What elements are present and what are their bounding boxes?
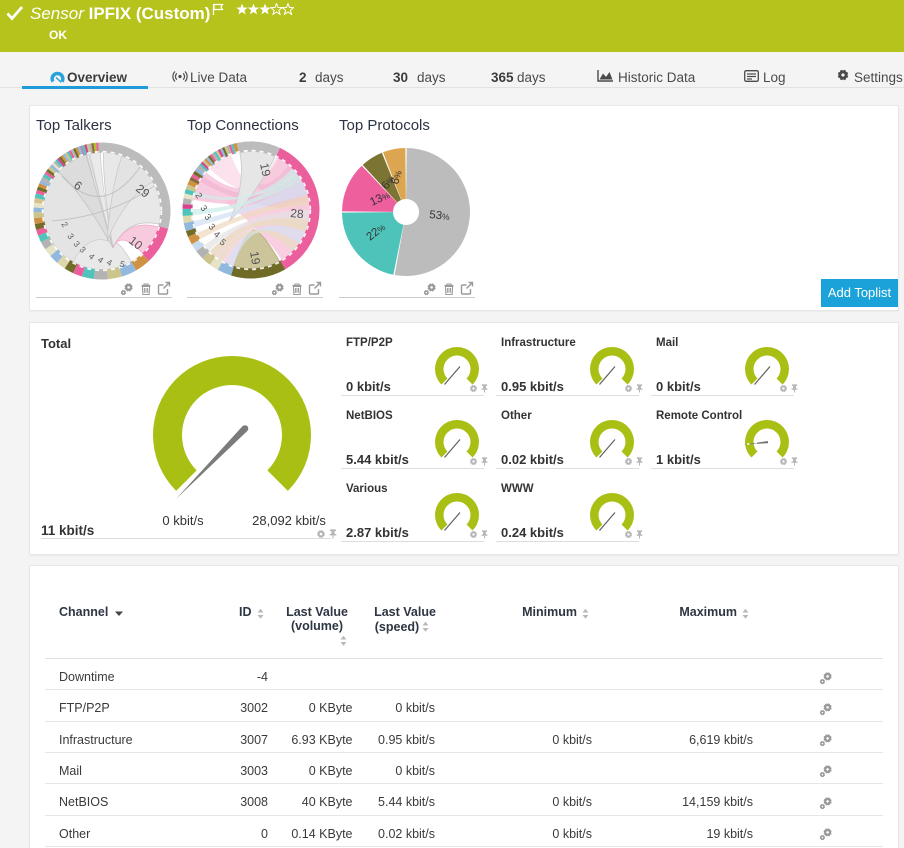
svg-text:19: 19 bbox=[247, 250, 263, 266]
svg-text:28: 28 bbox=[290, 206, 305, 221]
svg-text:53%: 53% bbox=[429, 209, 451, 223]
